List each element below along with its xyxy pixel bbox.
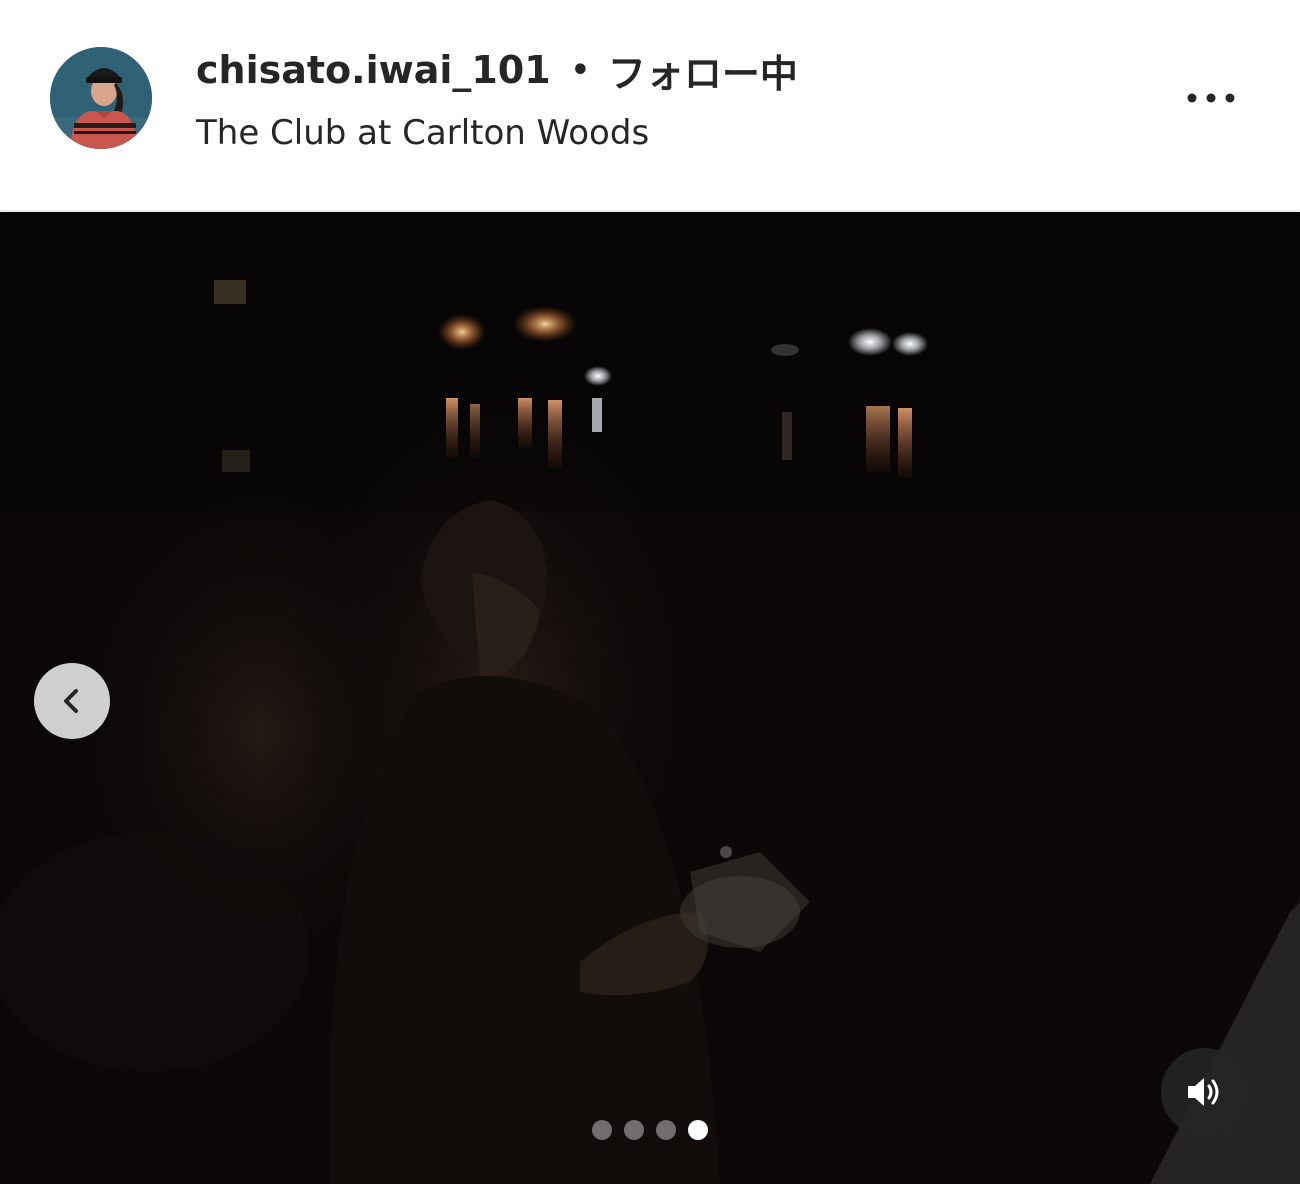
follow-status[interactable]: フォロー中: [608, 43, 798, 98]
night-video-frame: [0, 212, 1300, 1184]
speaker-volume-icon: [1188, 1078, 1219, 1106]
separator-dot: •: [570, 52, 590, 88]
carousel-indicator: [592, 1120, 708, 1140]
media-viewer[interactable]: [0, 212, 1300, 1184]
carousel-dot: [592, 1120, 612, 1140]
sound-toggle-button[interactable]: [1161, 1048, 1249, 1136]
carousel-dot: [624, 1120, 644, 1140]
carousel-dot: [688, 1120, 708, 1140]
previous-slide-button[interactable]: [34, 663, 110, 739]
carousel-dot: [656, 1120, 676, 1140]
username-link[interactable]: chisato.iwai_101: [196, 48, 551, 92]
post-header: chisato.iwai_101 • フォロー中 The Club at Car…: [0, 0, 1300, 211]
more-horizontal-icon: [1187, 93, 1235, 103]
instagram-post: chisato.iwai_101 • フォロー中 The Club at Car…: [0, 0, 1300, 1184]
more-options-button[interactable]: [1178, 78, 1244, 118]
location-link[interactable]: The Club at Carlton Woods: [196, 110, 649, 156]
username-line: chisato.iwai_101 • フォロー中: [196, 44, 798, 96]
chevron-left-icon: [64, 689, 78, 713]
avatar-photo: [50, 47, 152, 149]
avatar[interactable]: [50, 47, 152, 149]
